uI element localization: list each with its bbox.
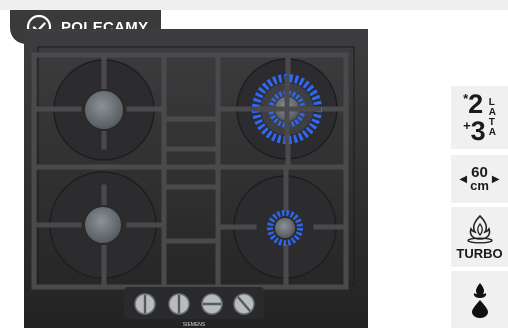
warranty-top-number: 2: [468, 88, 484, 119]
arrow-left-icon: ◀: [459, 173, 468, 185]
warranty-icon: *2 +3 L A T A: [451, 86, 508, 149]
brand-logo: SIEMENS: [183, 322, 206, 328]
control-knobs: [124, 287, 264, 319]
warranty-letter: A: [488, 126, 496, 138]
top-strip: [0, 0, 508, 10]
size-unit: cm: [470, 178, 489, 193]
product-image[interactable]: SIEMENS: [24, 29, 368, 328]
width-60cm-icon: ◀ 60 cm ▶: [451, 155, 508, 203]
turbo-flame-icon: [466, 214, 493, 244]
burner-front-left: [83, 205, 123, 245]
feature-icons: *2 +3 L A T A ◀ 60 cm ▶ TURBO: [448, 86, 508, 328]
gas-drop-icon: [471, 282, 488, 318]
warranty-letters: L A T A: [488, 96, 496, 138]
warranty-letter: T: [488, 116, 495, 128]
warranty-letter: L: [488, 96, 495, 108]
warranty-letter: A: [488, 106, 496, 118]
burner-rear-left: [83, 89, 125, 131]
turbo-label: TURBO: [456, 245, 503, 261]
turbo-feature: TURBO: [451, 207, 508, 267]
warranty-bottom-number: 3: [470, 115, 486, 146]
arrow-right-icon: ▶: [491, 173, 500, 185]
gas-fuel-feature: [451, 271, 508, 328]
warranty-bottom-sign: +: [463, 117, 471, 133]
